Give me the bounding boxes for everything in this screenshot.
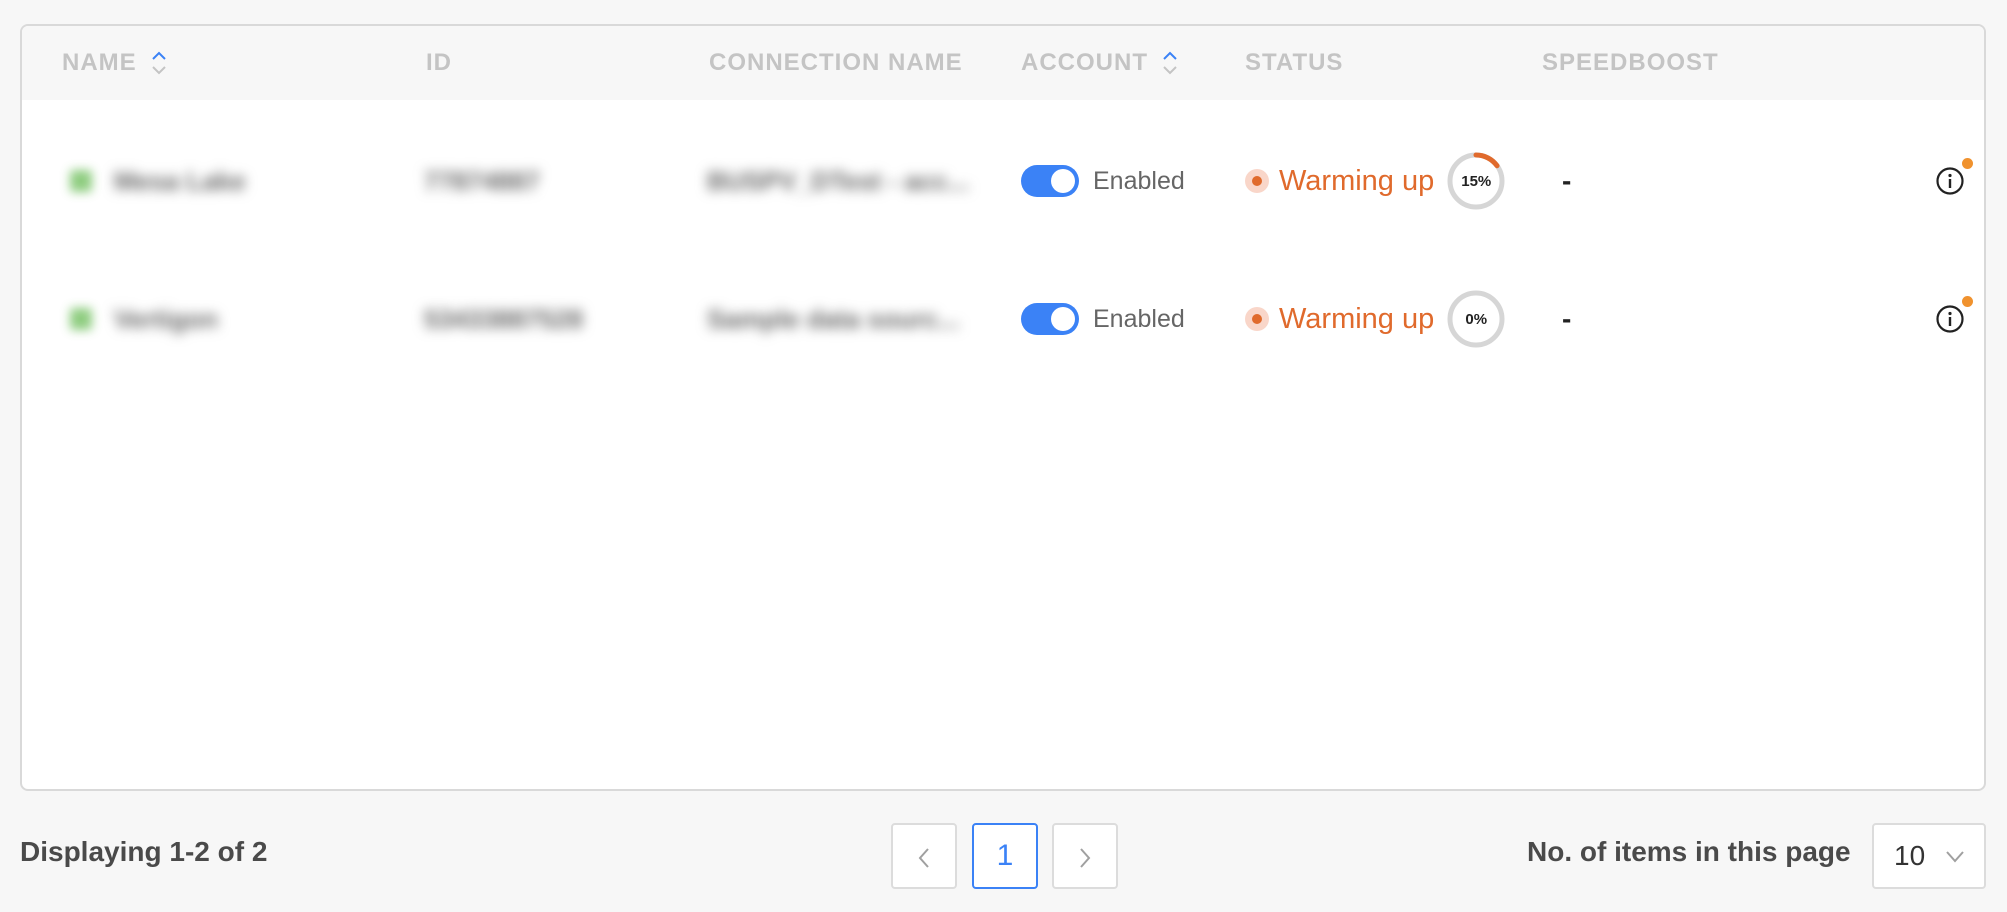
source-icon bbox=[70, 308, 92, 330]
account-cell: Enabled bbox=[1021, 112, 1185, 250]
next-page-button[interactable] bbox=[1052, 823, 1118, 889]
table-row[interactable]: Vertigon 53433887528 Sample data sourc..… bbox=[22, 250, 1984, 388]
id-cell: 53433887528 bbox=[424, 303, 584, 334]
speedboost-cell: - bbox=[1562, 165, 1572, 196]
speedboost-cell: - bbox=[1562, 303, 1572, 334]
status-dot-icon bbox=[1245, 307, 1269, 331]
column-header-id: ID bbox=[426, 49, 452, 76]
name-cell[interactable]: Mesa Lake bbox=[70, 112, 246, 250]
table-header: NAME ID CONNECTION NAME ACCOUNT STATUS S… bbox=[22, 26, 1984, 100]
column-header-name[interactable]: NAME bbox=[62, 26, 167, 100]
progress-ring: 15% bbox=[1446, 151, 1506, 211]
progress-ring: 0% bbox=[1446, 289, 1506, 349]
status-dot-icon bbox=[1245, 169, 1269, 193]
id-cell: 77874887 bbox=[424, 165, 540, 196]
column-header-connection-name: CONNECTION NAME bbox=[709, 49, 963, 76]
table-row[interactable]: Mesa Lake 77874887 BUSPV_DTest - acc... … bbox=[22, 112, 1984, 250]
chevron-left-icon bbox=[918, 848, 929, 868]
page-size-label: No. of items in this page bbox=[1527, 836, 1851, 867]
data-table: NAME ID CONNECTION NAME ACCOUNT STATUS S… bbox=[20, 24, 1986, 791]
sort-icon[interactable] bbox=[1162, 48, 1178, 78]
column-header-account[interactable]: ACCOUNT bbox=[1021, 26, 1178, 100]
prev-page-button[interactable] bbox=[891, 823, 957, 889]
notification-badge bbox=[1962, 158, 1973, 169]
info-icon[interactable] bbox=[1935, 158, 1973, 196]
account-toggle[interactable] bbox=[1021, 303, 1079, 335]
status-cell: Warming up 0% bbox=[1245, 250, 1506, 388]
notification-badge bbox=[1962, 296, 1973, 307]
source-icon bbox=[70, 170, 92, 192]
column-header-status: STATUS bbox=[1245, 49, 1344, 76]
page-button-current[interactable]: 1 bbox=[972, 823, 1038, 889]
chevron-down-icon bbox=[1946, 851, 1964, 863]
pagination-summary: Displaying 1-2 of 2 bbox=[20, 836, 268, 867]
status-cell: Warming up 15% bbox=[1245, 112, 1506, 250]
name-cell[interactable]: Vertigon bbox=[70, 250, 218, 388]
chevron-right-icon bbox=[1080, 848, 1091, 868]
account-toggle[interactable] bbox=[1021, 165, 1079, 197]
page-size-select[interactable]: 10 bbox=[1872, 823, 1986, 889]
info-icon[interactable] bbox=[1935, 296, 1973, 334]
account-cell: Enabled bbox=[1021, 250, 1185, 388]
info-cell bbox=[1935, 250, 1973, 388]
connection-name-cell: BUSPV_DTest - acc... bbox=[707, 165, 970, 196]
column-header-speedboost: SPEEDBOOST bbox=[1542, 49, 1719, 76]
info-cell bbox=[1935, 112, 1973, 250]
connection-name-cell: Sample data sourc... bbox=[707, 303, 960, 334]
sort-icon[interactable] bbox=[151, 48, 167, 78]
